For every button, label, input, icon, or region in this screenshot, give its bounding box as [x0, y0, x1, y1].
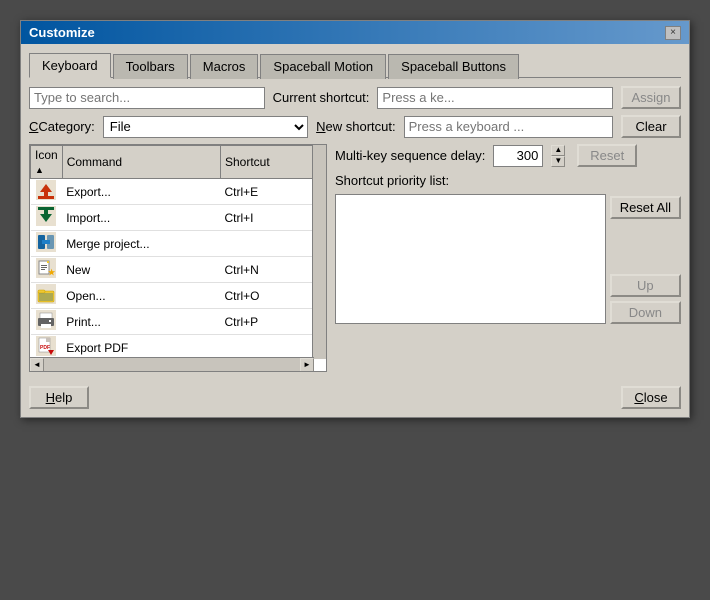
shortcut-cell: Ctrl+I	[220, 205, 313, 231]
export-icon	[31, 179, 63, 205]
shortcut-cell	[220, 335, 313, 360]
help-button[interactable]: Help	[29, 386, 89, 409]
tab-macros[interactable]: Macros	[190, 54, 259, 79]
multi-key-row: Multi-key sequence delay: ▲ ▼ Reset	[335, 144, 681, 167]
tab-keyboard[interactable]: Keyboard	[29, 53, 111, 78]
assign-button[interactable]: Assign	[621, 86, 681, 109]
table-row[interactable]: Print...Ctrl+P	[31, 309, 314, 335]
column-header-command[interactable]: Command	[62, 146, 220, 179]
down-button[interactable]: Down	[610, 301, 681, 324]
command-cell: Export PDF	[62, 335, 220, 360]
command-cell: Export...	[62, 179, 220, 205]
bottom-buttons: Help Close	[29, 380, 681, 409]
spinner-up-button[interactable]: ▲	[551, 145, 565, 156]
table-header-row: Icon Command Shortcut	[31, 146, 314, 179]
new-shortcut-label: New shortcut:	[316, 119, 395, 134]
exportpdf-icon: PDF	[31, 335, 63, 360]
svg-text:★: ★	[48, 268, 56, 277]
multi-key-label: Multi-key sequence delay:	[335, 148, 485, 163]
command-table-scroll[interactable]: Icon Command Shortcut	[30, 145, 314, 359]
dialog-close-button[interactable]: ×	[665, 26, 681, 40]
dialog-title: Customize	[29, 25, 95, 40]
command-cell: Import...	[62, 205, 220, 231]
new-shortcut-input[interactable]	[404, 116, 613, 138]
table-row[interactable]: PDF Export PDF	[31, 335, 314, 360]
current-shortcut-input[interactable]	[377, 87, 613, 109]
table-row[interactable]: Export...Ctrl+E	[31, 179, 314, 205]
table-row[interactable]: Open...Ctrl+O	[31, 283, 314, 309]
command-cell: New	[62, 257, 220, 283]
multi-key-input[interactable]	[493, 145, 543, 167]
table-row[interactable]: Import...Ctrl+I	[31, 205, 314, 231]
horizontal-scrollbar[interactable]: ◄ ►	[30, 357, 314, 371]
spinner-down-button[interactable]: ▼	[551, 156, 565, 167]
reset-button[interactable]: Reset	[577, 144, 637, 167]
command-table: Icon Command Shortcut	[30, 145, 314, 359]
priority-list[interactable]	[335, 194, 606, 324]
multi-key-spinner: ▲ ▼	[551, 145, 565, 167]
tab-toolbars[interactable]: Toolbars	[113, 54, 188, 79]
category-label: CCategory:	[29, 119, 95, 134]
customize-dialog: Customize × Keyboard Toolbars Macros Spa…	[20, 20, 690, 418]
shortcut-cell: Ctrl+O	[220, 283, 313, 309]
close-dialog-button[interactable]: Close	[621, 386, 681, 409]
table-row[interactable]: Merge project...	[31, 231, 314, 257]
tab-spaceball-buttons[interactable]: Spaceball Buttons	[388, 54, 519, 79]
title-bar: Customize ×	[21, 21, 689, 44]
command-cell: Print...	[62, 309, 220, 335]
print-icon	[31, 309, 63, 335]
tab-spaceball-motion[interactable]: Spaceball Motion	[260, 54, 386, 79]
category-select[interactable]: FileEditViewInsertFormatToolsWindowHelp	[103, 116, 308, 138]
priority-list-label: Shortcut priority list:	[335, 173, 449, 188]
new-icon: ★	[31, 257, 63, 283]
up-button[interactable]: Up	[610, 274, 681, 297]
shortcut-cell	[220, 231, 313, 257]
dialog-body: Keyboard Toolbars Macros Spaceball Motio…	[21, 44, 689, 417]
merge-icon	[31, 231, 63, 257]
import-icon	[31, 205, 63, 231]
search-input[interactable]	[29, 87, 265, 109]
vertical-scrollbar[interactable]	[312, 145, 326, 359]
scroll-right-arrow[interactable]: ►	[300, 358, 314, 372]
shortcut-cell: Ctrl+N	[220, 257, 313, 283]
table-row[interactable]: ★ NewCtrl+N	[31, 257, 314, 283]
reset-all-button[interactable]: Reset All	[610, 196, 681, 219]
column-header-shortcut[interactable]: Shortcut	[220, 146, 313, 179]
command-table-container: Icon Command Shortcut	[29, 144, 327, 372]
shortcut-cell: Ctrl+P	[220, 309, 313, 335]
current-shortcut-label: Current shortcut:	[273, 90, 370, 105]
column-header-icon[interactable]: Icon	[31, 146, 63, 179]
command-cell: Merge project...	[62, 231, 220, 257]
clear-button[interactable]: Clear	[621, 115, 681, 138]
command-cell: Open...	[62, 283, 220, 309]
tabs-bar: Keyboard Toolbars Macros Spaceball Motio…	[29, 52, 681, 78]
shortcut-cell: Ctrl+E	[220, 179, 313, 205]
scroll-left-arrow[interactable]: ◄	[30, 358, 44, 372]
open-icon	[31, 283, 63, 309]
